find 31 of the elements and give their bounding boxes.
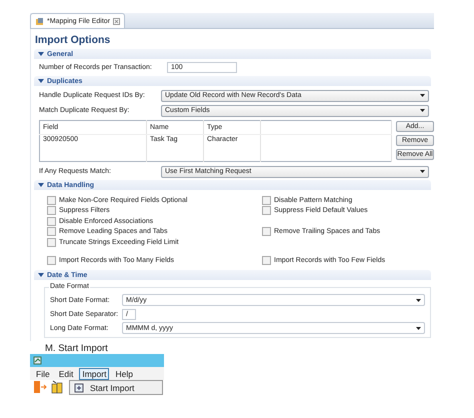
menu-item[interactable]: Help — [112, 368, 136, 380]
checkbox[interactable] — [47, 238, 56, 247]
documents-icon[interactable] — [50, 380, 64, 394]
app-icon — [33, 356, 42, 365]
checkbox[interactable] — [47, 227, 56, 236]
dropdown-arrow-icon[interactable] — [416, 298, 421, 302]
step-caption: M. Start Import — [45, 343, 109, 354]
checkbox[interactable] — [47, 216, 56, 226]
menu-item[interactable]: Edit — [56, 368, 76, 380]
expand-arrow-icon[interactable] — [38, 51, 44, 57]
import-icon — [74, 382, 84, 392]
dropdown-arrow-icon[interactable] — [416, 326, 421, 330]
checkbox[interactable] — [262, 206, 271, 216]
menu-item[interactable]: File — [33, 368, 53, 380]
dropdown-menu-item[interactable]: Start Import — [69, 380, 163, 395]
expand-arrow-icon[interactable] — [38, 78, 44, 84]
checkbox[interactable] — [262, 196, 271, 205]
dropdown-arrow-icon[interactable] — [420, 170, 425, 173]
menu-item[interactable]: Import — [79, 368, 110, 380]
checkbox[interactable] — [262, 227, 271, 236]
checkbox[interactable] — [47, 256, 56, 266]
dropdown-arrow-icon[interactable] — [420, 94, 425, 97]
expand-arrow-icon[interactable] — [38, 182, 44, 188]
checkbox[interactable] — [47, 206, 56, 216]
page-heading: Import Options — [35, 34, 112, 46]
checkbox[interactable] — [262, 256, 271, 266]
expand-arrow-icon[interactable] — [38, 272, 44, 278]
dropdown-arrow-icon[interactable] — [420, 109, 425, 112]
file-icon — [35, 16, 44, 26]
checkbox[interactable] — [47, 196, 56, 205]
close-icon[interactable] — [113, 18, 120, 24]
